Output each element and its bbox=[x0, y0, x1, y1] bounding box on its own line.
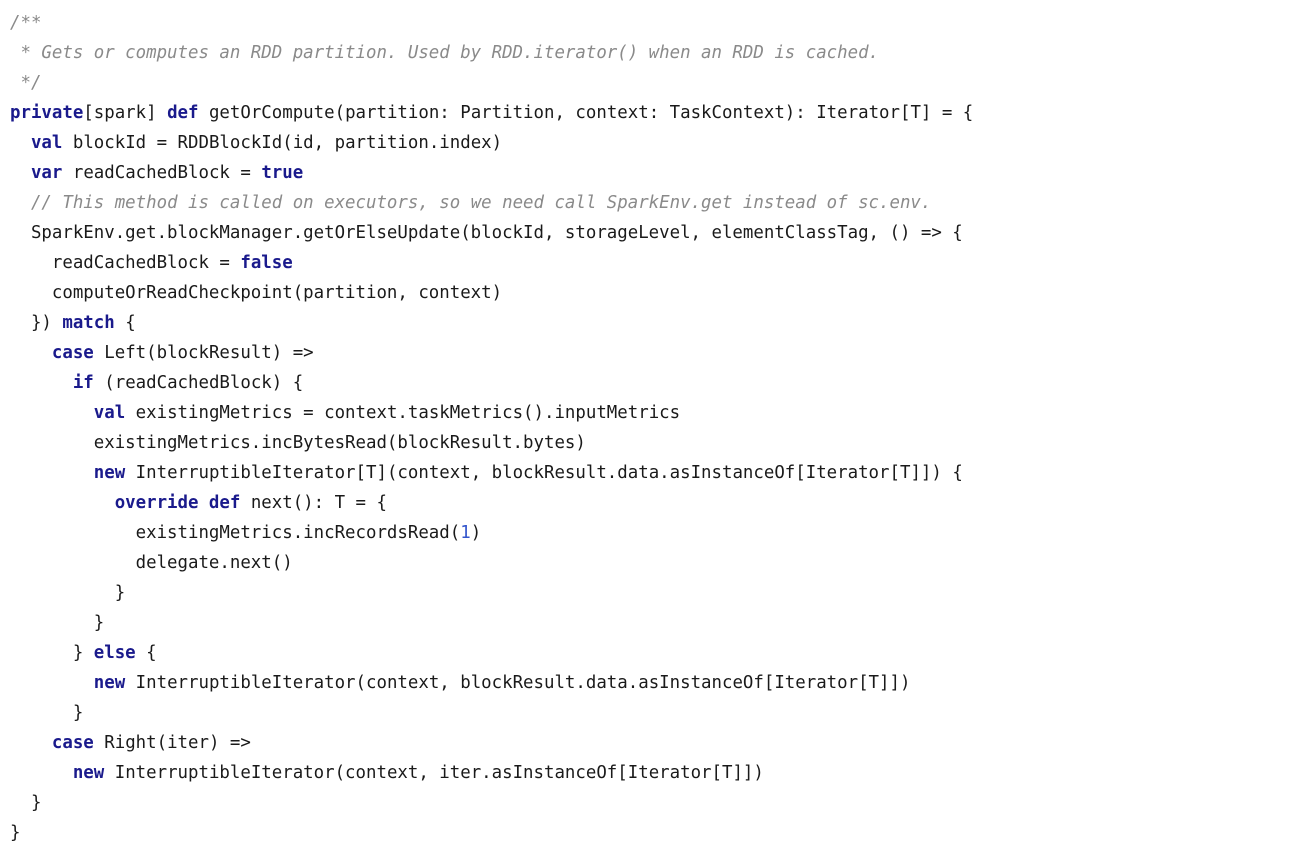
code-token-plain: delegate.next() bbox=[10, 553, 293, 573]
code-line[interactable]: } bbox=[10, 788, 1304, 818]
code-token-plain: SparkEnv.get.blockManager.getOrElseUpdat… bbox=[10, 223, 963, 243]
code-token-kw: override def bbox=[114, 493, 241, 513]
code-line[interactable]: } bbox=[10, 818, 1304, 848]
code-token-plain: } bbox=[10, 793, 42, 813]
code-token-kw: case bbox=[51, 343, 94, 363]
code-line[interactable]: computeOrReadCheckpoint(partition, conte… bbox=[10, 278, 1304, 308]
code-token-plain: Left(blockResult) => bbox=[93, 343, 314, 363]
code-token-kw: val bbox=[30, 133, 63, 153]
code-token-kw: val bbox=[93, 403, 126, 423]
code-token-plain: existingMetrics = context.taskMetrics().… bbox=[125, 403, 681, 423]
code-token-plain: { bbox=[135, 643, 157, 663]
code-token-plain: InterruptibleIterator(context, iter.asIn… bbox=[104, 763, 764, 783]
code-token-plain: computeOrReadCheckpoint(partition, conte… bbox=[10, 283, 503, 303]
code-listing[interactable]: /** * Gets or computes an RDD partition.… bbox=[0, 0, 1304, 848]
code-token-plain: } bbox=[10, 823, 21, 843]
code-line[interactable]: new InterruptibleIterator(context, iter.… bbox=[10, 758, 1304, 788]
code-line[interactable]: case Right(iter) => bbox=[10, 728, 1304, 758]
code-token-plain: existingMetrics.incRecordsRead( bbox=[10, 523, 461, 543]
code-token-plain: { bbox=[114, 313, 136, 333]
code-line[interactable]: var readCachedBlock = true bbox=[10, 158, 1304, 188]
code-line[interactable]: /** bbox=[10, 8, 1304, 38]
code-line[interactable]: } else { bbox=[10, 638, 1304, 668]
code-line[interactable]: val blockId = RDDBlockId(id, partition.i… bbox=[10, 128, 1304, 158]
code-token-comment: // This method is called on executors, s… bbox=[30, 193, 932, 213]
code-line[interactable]: delegate.next() bbox=[10, 548, 1304, 578]
code-token-plain: InterruptibleIterator(context, blockResu… bbox=[125, 673, 911, 693]
code-token-plain: Right(iter) => bbox=[93, 733, 251, 753]
code-token-plain: blockId = RDDBlockId(id, partition.index… bbox=[62, 133, 503, 153]
code-line[interactable]: }) match { bbox=[10, 308, 1304, 338]
code-line[interactable]: case Left(blockResult) => bbox=[10, 338, 1304, 368]
code-token-comment: */ bbox=[10, 73, 42, 93]
code-line[interactable]: override def next(): T = { bbox=[10, 488, 1304, 518]
code-line[interactable]: existingMetrics.incRecordsRead(1) bbox=[10, 518, 1304, 548]
code-line[interactable]: * Gets or computes an RDD partition. Use… bbox=[10, 38, 1304, 68]
code-token-kw: new bbox=[72, 763, 105, 783]
code-token-plain: } bbox=[10, 583, 126, 603]
code-line[interactable]: } bbox=[10, 698, 1304, 728]
code-token-kw: case bbox=[51, 733, 94, 753]
code-line[interactable]: existingMetrics.incBytesRead(blockResult… bbox=[10, 428, 1304, 458]
code-token-plain: existingMetrics.incBytesRead(blockResult… bbox=[10, 433, 586, 453]
code-token-plain: next(): T = { bbox=[240, 493, 387, 513]
code-line[interactable]: } bbox=[10, 608, 1304, 638]
code-token-plain: readCachedBlock = bbox=[10, 253, 241, 273]
code-line[interactable]: */ bbox=[10, 68, 1304, 98]
code-token-comment: * Gets or computes an RDD partition. Use… bbox=[10, 43, 880, 63]
code-token-plain: getOrCompute(partition: Partition, conte… bbox=[198, 103, 974, 123]
code-token-kw: if bbox=[72, 373, 94, 393]
code-token-kw: new bbox=[93, 463, 126, 483]
code-token-plain: InterruptibleIterator[T](context, blockR… bbox=[125, 463, 963, 483]
code-token-plain: } bbox=[10, 643, 94, 663]
code-token-plain: [spark] bbox=[83, 103, 168, 123]
code-line[interactable]: val existingMetrics = context.taskMetric… bbox=[10, 398, 1304, 428]
code-token-kw: def bbox=[167, 103, 199, 123]
code-token-plain: (readCachedBlock) { bbox=[93, 373, 304, 393]
code-line[interactable]: new InterruptibleIterator(context, block… bbox=[10, 668, 1304, 698]
code-token-plain: }) bbox=[10, 313, 63, 333]
code-token-kw: true bbox=[261, 163, 304, 183]
code-token-plain: } bbox=[10, 703, 84, 723]
code-line[interactable]: new InterruptibleIterator[T](context, bl… bbox=[10, 458, 1304, 488]
code-token-plain: readCachedBlock = bbox=[62, 163, 262, 183]
code-token-kw: new bbox=[93, 673, 126, 693]
code-token-kw: else bbox=[93, 643, 136, 663]
code-line[interactable]: private[spark] def getOrCompute(partitio… bbox=[10, 98, 1304, 128]
code-token-kw: private bbox=[10, 103, 84, 123]
code-token-plain: ) bbox=[470, 523, 482, 543]
code-token-comment: /** bbox=[10, 13, 42, 33]
code-token-kw: match bbox=[62, 313, 115, 333]
code-token-plain: } bbox=[10, 613, 105, 633]
code-token-kw: false bbox=[240, 253, 293, 273]
code-line[interactable]: // This method is called on executors, s… bbox=[10, 188, 1304, 218]
code-line[interactable]: SparkEnv.get.blockManager.getOrElseUpdat… bbox=[10, 218, 1304, 248]
code-line[interactable]: if (readCachedBlock) { bbox=[10, 368, 1304, 398]
code-line[interactable]: readCachedBlock = false bbox=[10, 248, 1304, 278]
code-token-num: 1 bbox=[460, 523, 471, 543]
code-token-kw: var bbox=[30, 163, 63, 183]
code-line[interactable]: } bbox=[10, 578, 1304, 608]
